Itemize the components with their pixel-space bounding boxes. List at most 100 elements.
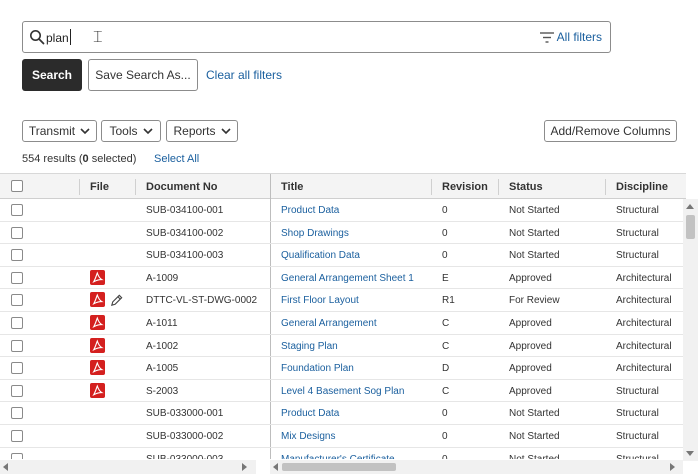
frozen-horizontal-scrollbar[interactable] <box>0 460 256 474</box>
tools-dropdown[interactable]: Tools <box>101 120 161 142</box>
cell-title-link[interactable]: General Arrangement <box>281 318 377 329</box>
table-row[interactable]: SUB-034100-003 Qualification Data 0 Not Sta… <box>0 244 686 267</box>
table-row[interactable]: A-1011 General Arrangement C Approved Archit… <box>0 312 686 335</box>
horizontal-scrollbar[interactable] <box>270 460 683 474</box>
column-divider <box>135 179 136 195</box>
row-checkbox[interactable] <box>11 384 23 397</box>
scroll-left-arrow-icon[interactable] <box>273 463 278 471</box>
column-header-revision[interactable]: Revision <box>442 181 488 193</box>
row-checkbox[interactable] <box>11 294 23 307</box>
horizontal-scroll-thumb[interactable] <box>282 463 396 471</box>
table-row[interactable]: SUB-034100-001 Product Data 0 Not Started St… <box>0 199 686 222</box>
pencil-icon[interactable] <box>109 293 124 308</box>
cell-discipline: Structural <box>616 227 659 239</box>
cell-revision: C <box>442 385 450 397</box>
cell-status: Not Started <box>509 431 560 442</box>
row-checkbox[interactable] <box>11 271 23 284</box>
cell-discipline: Structural <box>616 454 659 459</box>
cell-status: For Review <box>509 295 560 307</box>
pdf-file-icon[interactable] <box>90 382 105 399</box>
select-all-link[interactable]: Select All <box>154 153 199 165</box>
cell-document-no: SUB-034100-001 <box>146 205 224 216</box>
vertical-scroll-thumb[interactable] <box>686 215 695 239</box>
column-header-status[interactable]: Status <box>509 181 543 193</box>
reports-dropdown[interactable]: Reports <box>166 120 238 142</box>
search-input[interactable]: plan ⌶ All filters <box>22 21 611 53</box>
cell-title-link[interactable]: Foundation Plan <box>281 363 354 374</box>
row-checkbox[interactable] <box>11 339 23 352</box>
table-row[interactable]: A-1005 Foundation Plan D Approved Architectu… <box>0 357 686 380</box>
save-search-as-button[interactable]: Save Search As... <box>88 59 198 91</box>
table-row[interactable]: SUB-033000-002 Mix Designs 0 Not Started Str… <box>0 425 686 448</box>
frozen-column-divider <box>270 174 271 200</box>
cell-title-link[interactable]: Product Data <box>281 408 339 419</box>
cell-discipline: Structural <box>616 205 659 216</box>
table-row[interactable]: SUB-033000-001 Product Data 0 Not Started St… <box>0 402 686 425</box>
cell-discipline: Architectural <box>616 340 672 352</box>
select-all-checkbox[interactable] <box>11 180 23 192</box>
transmit-dropdown[interactable]: Transmit <box>22 120 97 142</box>
cell-revision: 0 <box>442 250 448 262</box>
vertical-scrollbar[interactable] <box>683 199 698 461</box>
cell-document-no: DTTC-VL-ST-DWG-0002 <box>146 295 258 307</box>
row-checkbox[interactable] <box>11 317 23 329</box>
row-checkbox[interactable] <box>11 430 23 442</box>
clear-all-filters-link[interactable]: Clear all filters <box>206 68 282 82</box>
column-header-discipline[interactable]: Discipline <box>616 181 668 193</box>
add-remove-columns-button[interactable]: Add/Remove Columns <box>544 120 677 142</box>
pdf-file-icon[interactable] <box>90 337 105 354</box>
row-checkbox[interactable] <box>11 362 23 375</box>
cell-title-link[interactable]: Mix Designs <box>281 431 335 442</box>
row-checkbox[interactable] <box>11 407 23 420</box>
cell-title-link[interactable]: Qualification Data <box>281 250 360 261</box>
all-filters-button[interactable]: All filters <box>539 30 602 44</box>
cell-document-no: SUB-033000-002 <box>146 431 224 442</box>
scroll-right-arrow-icon[interactable] <box>670 463 675 471</box>
cell-status: Approved <box>509 272 552 284</box>
cell-title-link[interactable]: Level 4 Basement Sog Plan <box>281 386 404 397</box>
scroll-left-arrow-icon[interactable] <box>3 463 8 471</box>
tools-label: Tools <box>109 124 138 138</box>
scroll-right-arrow-icon[interactable] <box>242 463 247 471</box>
cell-status: Not Started <box>509 227 560 239</box>
cell-status: Approved <box>509 363 552 375</box>
row-checkbox[interactable] <box>11 226 23 239</box>
cell-document-no: A-1011 <box>146 318 178 329</box>
cell-title-link[interactable]: Staging Plan <box>281 341 338 352</box>
scroll-down-arrow-icon[interactable] <box>686 451 694 456</box>
pdf-file-icon[interactable] <box>90 360 105 376</box>
table-row[interactable]: SUB-033000-003 Manufacturer's Certificate… <box>0 448 686 459</box>
cell-title-link[interactable]: Product Data <box>281 205 339 216</box>
pdf-file-icon[interactable] <box>90 269 105 286</box>
cell-title-link[interactable]: Shop Drawings <box>281 228 349 239</box>
cell-document-no: SUB-033000-001 <box>146 408 224 420</box>
row-checkbox[interactable] <box>11 249 23 262</box>
selected-word: selected) <box>88 153 137 165</box>
table-row[interactable]: DTTC-VL-ST-DWG-0002 First Floor Layout R1 F… <box>0 289 686 312</box>
cell-title-link[interactable]: General Arrangement Sheet 1 <box>281 273 414 284</box>
row-checkbox[interactable] <box>11 204 23 216</box>
cell-title-link[interactable]: First Floor Layout <box>281 295 359 306</box>
search-button[interactable]: Search <box>22 59 82 91</box>
cell-document-no: A-1002 <box>146 340 179 352</box>
pdf-file-icon[interactable] <box>90 292 105 308</box>
results-word: results ( <box>43 153 83 165</box>
cell-revision: 0 <box>442 205 448 216</box>
text-ibeam-cursor-icon: ⌶ <box>93 27 103 46</box>
cell-title-link[interactable]: Manufacturer's Certificate <box>281 454 395 459</box>
table-row[interactable]: A-1002 Staging Plan C Approved Architectural <box>0 335 686 358</box>
column-header-title[interactable]: Title <box>281 181 303 193</box>
pdf-file-icon[interactable] <box>90 315 105 331</box>
all-filters-label: All filters <box>556 30 602 44</box>
column-header-file[interactable]: File <box>90 181 109 193</box>
table-row[interactable]: S-2003 Level 4 Basement Sog Plan C Approved… <box>0 380 686 403</box>
row-checkbox[interactable] <box>11 452 23 459</box>
column-divider <box>79 179 80 195</box>
scroll-up-arrow-icon[interactable] <box>686 204 694 209</box>
column-header-document-no[interactable]: Document No <box>146 181 218 193</box>
cell-discipline: Structural <box>616 385 659 397</box>
table-row[interactable]: SUB-034100-002 Shop Drawings 0 Not Started S… <box>0 222 686 245</box>
table-row[interactable]: A-1009 General Arrangement Sheet 1 E Approv… <box>0 267 686 290</box>
add-remove-columns-label: Add/Remove Columns <box>550 124 671 138</box>
chevron-down-icon <box>142 128 153 135</box>
